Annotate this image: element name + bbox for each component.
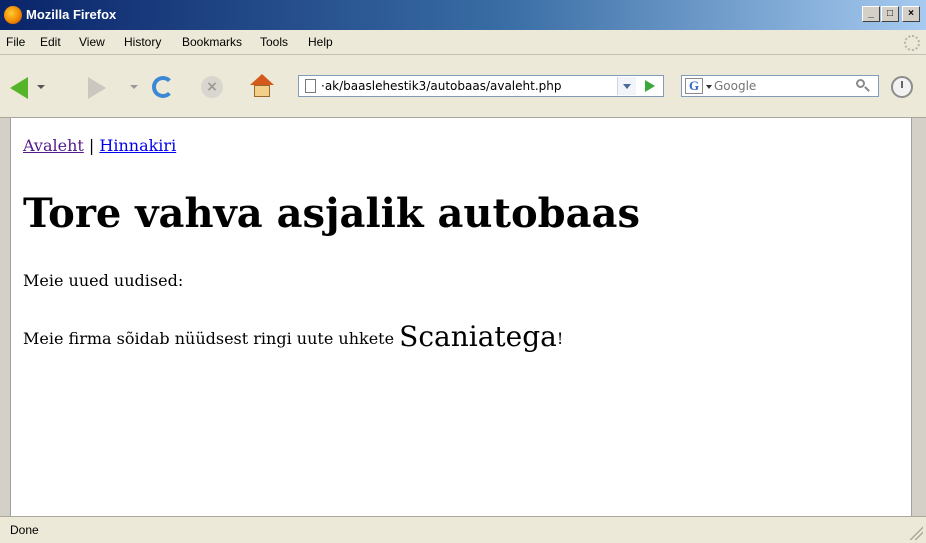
window-title: Mozilla Firefox bbox=[26, 7, 117, 22]
menu-file[interactable]: File bbox=[6, 35, 25, 49]
minimize-button[interactable]: _ bbox=[862, 6, 880, 22]
menu-bookmarks[interactable]: Bookmarks bbox=[182, 35, 242, 49]
news-highlight: Scaniatega bbox=[399, 320, 557, 353]
reload-icon[interactable] bbox=[152, 76, 174, 98]
title-bar: Mozilla Firefox _ □ × bbox=[0, 0, 926, 30]
menu-history[interactable]: History bbox=[124, 35, 161, 49]
url-input[interactable] bbox=[321, 77, 611, 95]
search-input[interactable] bbox=[714, 77, 834, 95]
go-icon[interactable] bbox=[637, 77, 661, 95]
page-nav: Avaleht | Hinnakiri bbox=[23, 136, 176, 155]
search-button[interactable] bbox=[848, 77, 876, 95]
search-icon-handle bbox=[864, 86, 870, 92]
news-item: Meie firma sõidab nüüdsest ringi uute uh… bbox=[23, 320, 563, 353]
page-content: Avaleht | Hinnakiri Tore vahva asjalik a… bbox=[10, 118, 912, 516]
menu-edit[interactable]: Edit bbox=[40, 35, 61, 49]
search-bar[interactable]: G bbox=[681, 75, 879, 97]
page-title: Tore vahva asjalik autobaas bbox=[23, 190, 640, 237]
news-intro: Meie uued uudised: bbox=[23, 271, 184, 290]
news-text: Meie firma sõidab nüüdsest ringi uute uh… bbox=[23, 329, 395, 348]
back-history-dropdown-icon[interactable] bbox=[37, 85, 45, 89]
page-icon bbox=[305, 79, 316, 93]
home-icon[interactable] bbox=[250, 74, 274, 98]
home-roof-shape bbox=[250, 74, 274, 85]
home-body-shape bbox=[254, 85, 270, 97]
search-engine-icon[interactable]: G bbox=[685, 78, 703, 94]
back-icon[interactable] bbox=[10, 77, 28, 99]
menu-view[interactable]: View bbox=[79, 35, 105, 49]
forward-history-dropdown-icon[interactable] bbox=[130, 85, 138, 89]
nav-separator: | bbox=[88, 136, 95, 155]
firefox-logo-icon bbox=[4, 6, 22, 24]
menu-bar: File Edit View History Bookmarks Tools H… bbox=[0, 30, 926, 55]
search-engine-dropdown-icon[interactable] bbox=[706, 85, 712, 89]
menu-help[interactable]: Help bbox=[308, 35, 333, 49]
history-icon[interactable] bbox=[891, 76, 913, 98]
navigation-toolbar: × G bbox=[0, 55, 926, 118]
link-avaleht[interactable]: Avaleht bbox=[23, 136, 84, 155]
link-hinnakiri[interactable]: Hinnakiri bbox=[99, 136, 176, 155]
url-dropdown-button[interactable] bbox=[617, 77, 636, 95]
status-text: Done bbox=[10, 523, 39, 537]
address-bar[interactable] bbox=[298, 75, 664, 97]
close-button[interactable]: × bbox=[902, 6, 920, 22]
stop-icon[interactable]: × bbox=[201, 76, 223, 98]
news-text-end: ! bbox=[556, 329, 564, 348]
resize-grip-icon[interactable] bbox=[909, 526, 923, 540]
forward-icon[interactable] bbox=[88, 77, 106, 99]
menu-tools[interactable]: Tools bbox=[260, 35, 288, 49]
activity-throbber-icon bbox=[904, 35, 920, 51]
maximize-button[interactable]: □ bbox=[881, 6, 899, 22]
status-bar: Done bbox=[0, 516, 926, 543]
